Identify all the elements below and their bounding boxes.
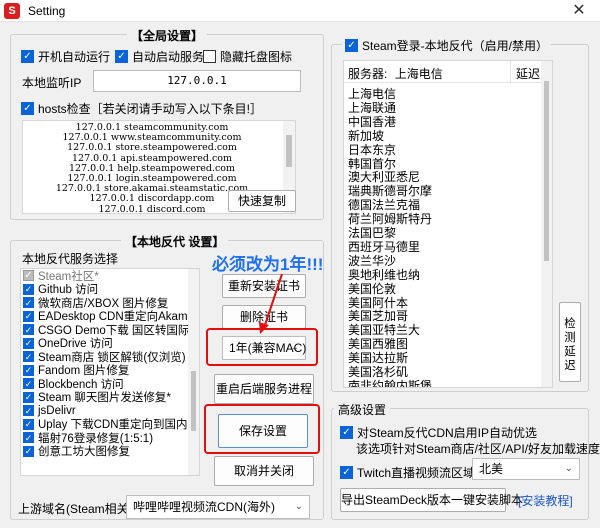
- cdn-optimize-check[interactable]: [340, 426, 353, 439]
- autoservice-checkbox[interactable]: 自动启动服务: [115, 48, 204, 65]
- tutorial-link[interactable]: [安装教程]: [518, 492, 573, 509]
- autostart-check[interactable]: [21, 50, 34, 63]
- proxy-list-label: 本地反代服务选择: [22, 252, 119, 266]
- close-icon[interactable]: ✕: [564, 0, 594, 22]
- proxy-service-item[interactable]: Steam 聊天图片发送修复*: [21, 391, 199, 405]
- steam-login-checkbox[interactable]: Steam登录-本地反代（启用/禁用）: [342, 37, 552, 54]
- advanced-settings-title: 高级设置: [334, 401, 391, 418]
- proxy-service-check[interactable]: [23, 337, 34, 349]
- chevron-down-icon: ⌄: [294, 501, 303, 512]
- proxy-service-check[interactable]: [23, 283, 34, 295]
- proxy-service-check[interactable]: [23, 297, 34, 309]
- server-row[interactable]: 南非约翰内斯堡: [344, 377, 552, 387]
- proxy-service-check[interactable]: [23, 351, 34, 363]
- hide-tray-check[interactable]: [203, 50, 216, 63]
- cancel-close-button[interactable]: 取消并关闭: [214, 456, 314, 486]
- upstream-select[interactable]: 哔哩哔哩视频流CDN(海外) ⌄: [126, 495, 310, 519]
- annotation-arrow: [259, 273, 283, 334]
- proxy-service-check[interactable]: [23, 378, 34, 390]
- scroll-thumb[interactable]: [286, 135, 292, 167]
- proxy-list-scrollbar[interactable]: [188, 269, 199, 475]
- proxy-service-check[interactable]: [23, 310, 34, 322]
- proxy-service-item[interactable]: 创意工坊大图修复: [21, 445, 199, 459]
- app-icon: S: [4, 3, 20, 19]
- proxy-service-check[interactable]: [23, 270, 34, 282]
- twitch-region-select[interactable]: 北美 ⌄: [472, 458, 580, 480]
- hosts-check-checkbox[interactable]: hosts检查［若关闭请手动写入以下条目!］: [21, 100, 262, 117]
- server-list-header: 服务器: 上海电信 延迟: [344, 65, 552, 83]
- proxy-service-label: 创意工坊大图修复: [38, 446, 130, 459]
- cdn-optimize-checkbox[interactable]: 对Steam反代CDN启用IP自动优选: [340, 424, 537, 441]
- title-bar: S Setting ✕: [0, 0, 600, 22]
- proxy-service-check[interactable]: [23, 445, 34, 457]
- proxy-service-check[interactable]: [23, 324, 34, 336]
- chevron-down-icon: ⌄: [564, 463, 573, 474]
- cdn-optimize-desc: 该选项针对Steam商店/社区/API/好友加载速度: [356, 442, 600, 456]
- server-list-scrollbar[interactable]: [541, 61, 552, 387]
- proxy-service-label: Steam 聊天图片发送修复*: [38, 392, 171, 405]
- proxy-service-check[interactable]: [23, 391, 34, 403]
- twitch-region-check[interactable]: [340, 466, 353, 479]
- restart-service-button[interactable]: 重启后端服务进程: [214, 374, 314, 404]
- scroll-thumb[interactable]: [191, 371, 196, 431]
- save-button-highlight: [204, 404, 320, 454]
- export-script-button[interactable]: 导出SteamDeck版本一键安装脚本: [340, 488, 523, 512]
- server-list[interactable]: 服务器: 上海电信 延迟 上海电信 上海联通 中国香港 新加坡 日本东京 韩国首尔 澳大利亚…: [343, 60, 553, 388]
- proxy-service-check[interactable]: [23, 418, 34, 430]
- listen-ip-input[interactable]: 127.0.0.1: [93, 70, 301, 92]
- hide-tray-checkbox[interactable]: 隐藏托盘图标: [203, 48, 292, 65]
- scroll-thumb[interactable]: [544, 81, 549, 261]
- proxy-service-label: jsDelivr: [38, 404, 76, 417]
- window-title: Setting: [28, 4, 66, 18]
- proxy-service-check[interactable]: [23, 364, 34, 376]
- listen-ip-label: 本地监听IP: [22, 76, 82, 90]
- copy-button[interactable]: 快速复制: [228, 190, 296, 212]
- proxy-service-check[interactable]: [23, 432, 34, 444]
- twitch-region-checkbox[interactable]: Twitch直播视频流区域: [340, 464, 475, 481]
- proxy-service-check[interactable]: [23, 405, 34, 417]
- proxy-settings-title: 【本地反代 设置】: [121, 233, 229, 250]
- autoservice-check[interactable]: [115, 50, 128, 63]
- check-latency-button[interactable]: 检测延迟: [559, 302, 581, 382]
- global-settings-title: 【全局设置】: [127, 27, 208, 44]
- proxy-service-list[interactable]: Steam社区*Github 访问微软商店/XBOX 图片修复EADesktop…: [20, 268, 200, 476]
- upstream-label: 上游域名(Steam相关):: [18, 502, 137, 516]
- steam-login-check[interactable]: [345, 39, 358, 52]
- autostart-checkbox[interactable]: 开机自动运行: [21, 48, 110, 65]
- latency-column-divider: [510, 61, 511, 83]
- hosts-check[interactable]: [21, 102, 34, 115]
